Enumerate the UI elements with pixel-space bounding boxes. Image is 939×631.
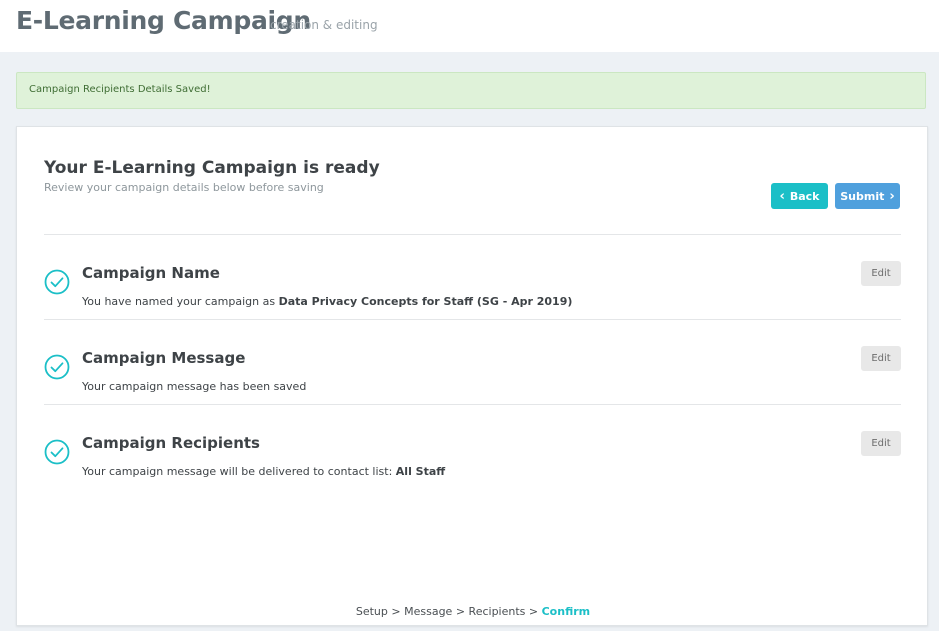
back-button-label: Back bbox=[789, 189, 820, 203]
review-card: Your E-Learning Campaign is ready Review… bbox=[16, 126, 928, 626]
page-header: E-Learning Campaign creation & editing bbox=[0, 0, 939, 52]
back-button[interactable]: ‹ Back bbox=[771, 183, 828, 209]
breadcrumb-separator: > bbox=[455, 605, 466, 618]
divider bbox=[44, 234, 901, 235]
chevron-left-icon: ‹ bbox=[779, 188, 785, 204]
section-campaign-recipients: Campaign Recipients Your campaign messag… bbox=[44, 431, 901, 519]
breadcrumb-step-confirm: Confirm bbox=[541, 605, 591, 618]
check-circle-icon bbox=[44, 354, 70, 380]
card-title: Your E-Learning Campaign is ready bbox=[44, 158, 380, 178]
breadcrumb-separator: > bbox=[391, 605, 401, 618]
contact-list-value: All Staff bbox=[395, 465, 446, 478]
divider bbox=[44, 319, 901, 320]
edit-campaign-message-button[interactable]: Edit bbox=[861, 346, 901, 371]
divider bbox=[44, 404, 901, 405]
breadcrumb: Setup > Message > Recipients > Confirm bbox=[17, 605, 929, 618]
submit-button[interactable]: Submit › bbox=[835, 183, 900, 209]
breadcrumb-step-setup[interactable]: Setup bbox=[356, 605, 388, 618]
breadcrumb-separator: > bbox=[528, 605, 539, 618]
section-text-prefix: Your campaign message has been saved bbox=[82, 380, 307, 393]
card-subtitle: Review your campaign details below befor… bbox=[44, 181, 324, 194]
success-alert: Campaign Recipients Details Saved! bbox=[16, 72, 926, 109]
campaign-name-value: Data Privacy Concepts for Staff (SG - Ap… bbox=[278, 295, 573, 308]
section-description: You have named your campaign as Data Pri… bbox=[82, 295, 572, 308]
submit-button-label: Submit bbox=[840, 189, 885, 203]
alert-message: Campaign Recipients Details Saved! bbox=[29, 84, 211, 95]
breadcrumb-step-message[interactable]: Message bbox=[404, 605, 452, 618]
section-description: Your campaign message has been saved bbox=[82, 380, 306, 393]
section-title: Campaign Recipients bbox=[82, 434, 260, 452]
section-description: Your campaign message will be delivered … bbox=[82, 465, 445, 478]
section-campaign-message: Campaign Message Your campaign message h… bbox=[44, 346, 901, 434]
chevron-right-icon: › bbox=[889, 188, 895, 204]
section-text-prefix: Your campaign message will be delivered … bbox=[82, 465, 396, 478]
section-campaign-name: Campaign Name You have named your campai… bbox=[44, 261, 901, 349]
page-title: E-Learning Campaign bbox=[16, 6, 311, 35]
edit-campaign-name-button[interactable]: Edit bbox=[861, 261, 901, 286]
check-circle-icon bbox=[44, 439, 70, 465]
edit-campaign-recipients-button[interactable]: Edit bbox=[861, 431, 901, 456]
section-title: Campaign Message bbox=[82, 349, 246, 367]
check-circle-icon bbox=[44, 269, 70, 295]
breadcrumb-step-recipients[interactable]: Recipients bbox=[469, 605, 526, 618]
section-text-prefix: You have named your campaign as bbox=[82, 295, 279, 308]
section-title: Campaign Name bbox=[82, 264, 220, 282]
page-subtitle: creation & editing bbox=[270, 18, 378, 32]
